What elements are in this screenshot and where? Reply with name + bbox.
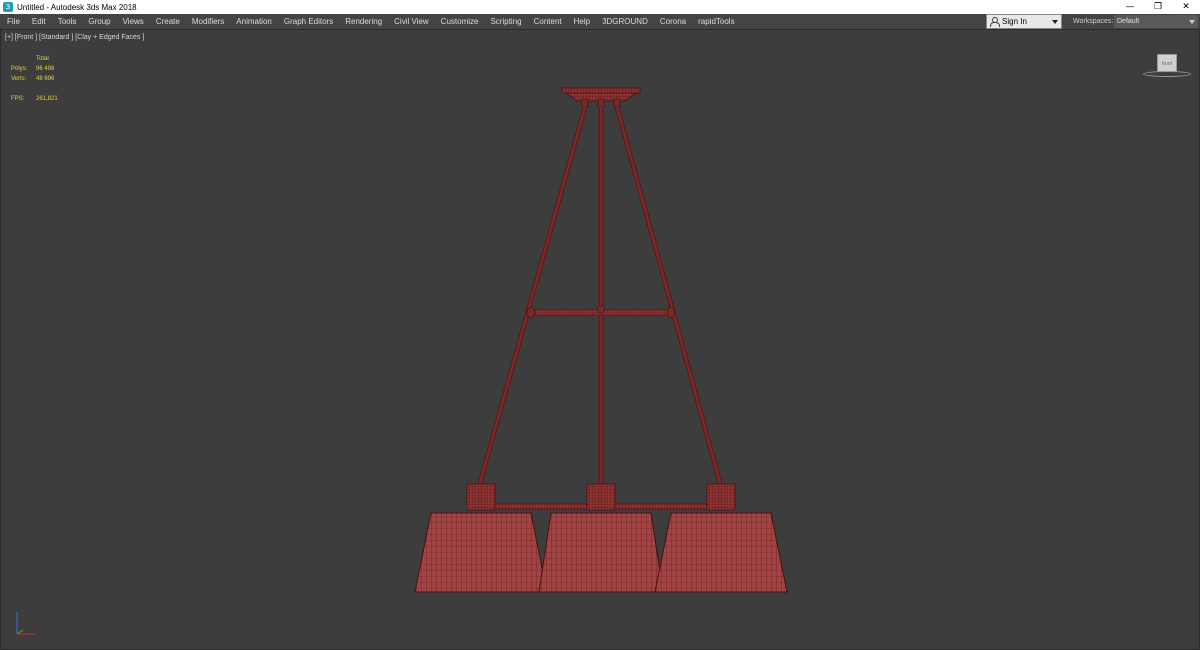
menu-animation[interactable]: Animation [230, 14, 278, 29]
workspaces-value: Default [1117, 18, 1140, 25]
lamp-shades [414, 512, 788, 593]
menu-group[interactable]: Group [82, 14, 116, 29]
viewcube-face[interactable]: front [1157, 54, 1177, 72]
title-bar: 3 Untitled - Autodesk 3ds Max 2018 — ❐ ✕ [0, 0, 1200, 14]
user-icon [990, 17, 1000, 27]
menu-civil-view[interactable]: Civil View [388, 14, 435, 29]
window-controls: — ❐ ✕ [1116, 0, 1200, 14]
menu-content[interactable]: Content [528, 14, 568, 29]
menu-graph-editors[interactable]: Graph Editors [278, 14, 339, 29]
ceiling-canopy [561, 87, 641, 108]
sign-in-dropdown[interactable]: Sign In [986, 14, 1062, 29]
menu-tools[interactable]: Tools [52, 14, 83, 29]
chevron-down-icon [1052, 19, 1058, 24]
chandelier-model[interactable] [1, 30, 1199, 649]
menu-3dground[interactable]: 3DGROUND [596, 14, 654, 29]
workspaces-select[interactable]: Default [1114, 15, 1198, 28]
front-viewport[interactable]: [+] [Front ] [Standard ] [Clay + Edged F… [0, 29, 1200, 650]
menu-help[interactable]: Help [568, 14, 596, 29]
viewcube-ring[interactable] [1143, 71, 1191, 77]
menu-scripting[interactable]: Scripting [484, 14, 527, 29]
menu-bar: File Edit Tools Group Views Create Modif… [0, 14, 1200, 29]
chevron-down-icon [1189, 19, 1195, 24]
minimize-button[interactable]: — [1116, 0, 1144, 14]
3ds-max-icon[interactable]: 3 [3, 2, 13, 12]
axis-gizmo-icon [16, 612, 35, 635]
support-rods [477, 106, 723, 484]
menu-file[interactable]: File [0, 14, 26, 29]
app-window: 3 Untitled - Autodesk 3ds Max 2018 — ❐ ✕… [0, 0, 1200, 650]
menu-edit[interactable]: Edit [26, 14, 52, 29]
workspaces-label: Workspaces: [1073, 18, 1114, 25]
menu-corona[interactable]: Corona [654, 14, 692, 29]
restore-button[interactable]: ❐ [1144, 0, 1172, 14]
menu-views[interactable]: Views [117, 14, 150, 29]
menu-rapidtools[interactable]: rapidTools [692, 14, 740, 29]
menu-create[interactable]: Create [150, 14, 186, 29]
close-button[interactable]: ✕ [1172, 0, 1200, 14]
menu-rendering[interactable]: Rendering [339, 14, 388, 29]
window-title: Untitled - Autodesk 3ds Max 2018 [17, 2, 137, 12]
menu-modifiers[interactable]: Modifiers [186, 14, 230, 29]
menu-customize[interactable]: Customize [435, 14, 485, 29]
sign-in-label: Sign In [1002, 17, 1027, 26]
viewcube[interactable]: front [1141, 50, 1193, 80]
